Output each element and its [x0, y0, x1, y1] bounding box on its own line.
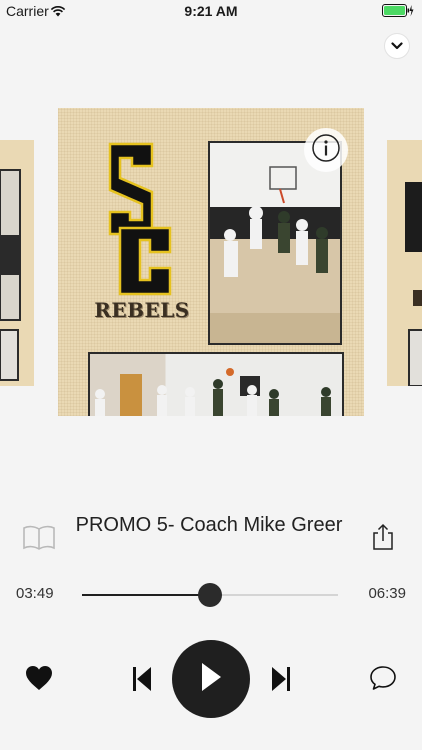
play-icon	[199, 662, 223, 697]
comment-icon	[369, 666, 397, 695]
progress-thumb[interactable]	[198, 583, 222, 607]
team-name: REBELS	[94, 298, 190, 322]
comment-button[interactable]	[369, 665, 397, 696]
heart-icon	[24, 666, 54, 696]
previous-button[interactable]	[131, 665, 153, 698]
total-time: 06:39	[368, 585, 406, 602]
share-button[interactable]	[370, 523, 396, 556]
status-time: 9:21 AM	[184, 3, 238, 19]
next-artwork[interactable]	[387, 140, 422, 386]
status-bar: Carrier 9:21 AM	[0, 0, 422, 22]
previous-artwork[interactable]	[0, 140, 34, 386]
battery-icon	[382, 4, 414, 18]
progress-fill	[82, 594, 210, 596]
next-button[interactable]	[270, 665, 292, 698]
elapsed-time: 03:49	[16, 585, 54, 602]
collapse-player-button[interactable]	[384, 33, 410, 59]
play-button[interactable]	[172, 640, 250, 718]
skip-next-icon	[270, 667, 292, 697]
basketball-photo-bottom	[88, 352, 344, 416]
skip-previous-icon	[131, 667, 153, 697]
episode-notes-button[interactable]	[22, 525, 56, 556]
progress-slider[interactable]	[82, 583, 338, 607]
book-icon	[22, 525, 56, 555]
share-icon	[370, 523, 396, 555]
chevron-down-icon	[391, 37, 403, 55]
info-button[interactable]	[304, 128, 348, 172]
track-title: PROMO 5- Coach Mike Greer	[75, 514, 343, 536]
like-button[interactable]	[24, 664, 54, 697]
info-icon	[311, 133, 341, 168]
